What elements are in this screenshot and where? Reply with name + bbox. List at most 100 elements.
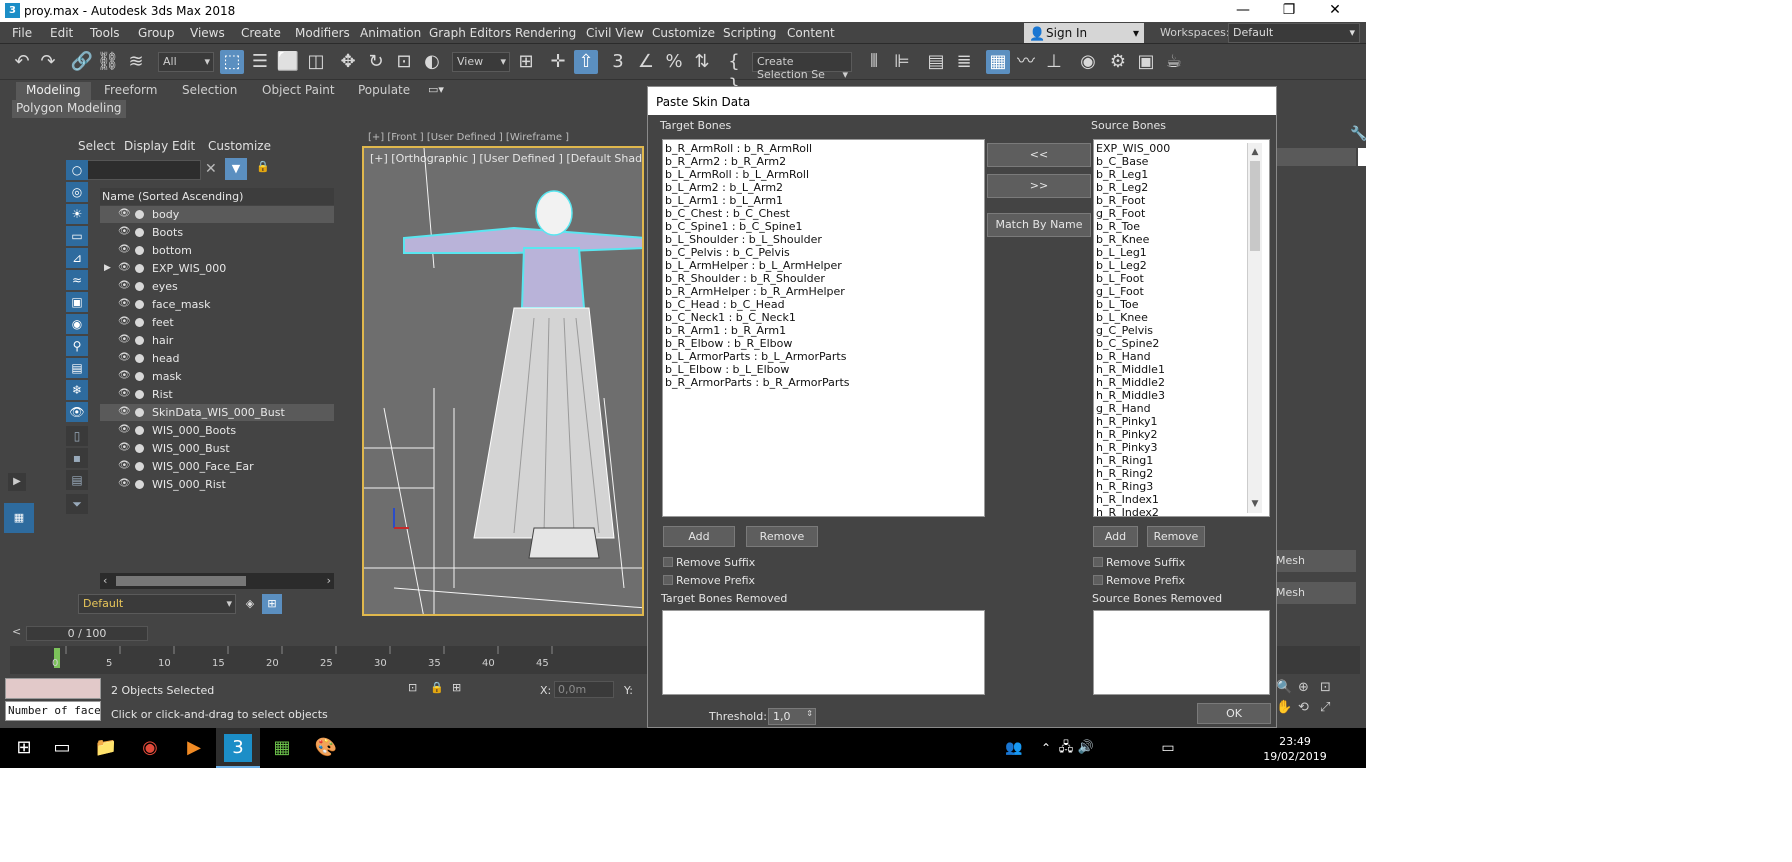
visibility-eye-icon[interactable]: 👁 [118,280,131,292]
paint-app-icon[interactable]: 🎨 [312,734,340,762]
maxscript-listener-input[interactable]: Number of faces [5,701,101,721]
scene-object-row[interactable]: 👁 WIS_000_Boots [100,422,334,439]
target-bone-item[interactable]: b_C_Pelvis : b_C_Pelvis [663,246,984,259]
scene-object-row[interactable]: 👁 WIS_000_Rist [100,476,334,493]
scene-object-row[interactable]: 👁 WIS_000_Bust [100,440,334,457]
media-player-icon[interactable]: ▶ [180,734,208,762]
source-bone-item[interactable]: b_R_Toe [1094,220,1269,233]
clear-search-icon[interactable]: ✕ [205,161,217,177]
selection-lock-icon[interactable]: 🔒 [430,681,444,694]
utilities-icon[interactable]: 🔧 [1350,126,1366,142]
source-bone-item[interactable]: h_R_Index2 [1094,506,1269,516]
threshold-spinner[interactable]: 1,0 ⇕ [768,708,816,725]
scene-explorer-column-header[interactable]: Name (Sorted Ascending) [100,188,334,205]
freeze-toggle-icon[interactable] [135,390,144,399]
3dsmax-taskbar-icon[interactable]: 3 [224,734,252,762]
menu-group[interactable]: Group [138,26,175,40]
frame-counter[interactable]: 0 / 100 [26,626,148,641]
target-add-button[interactable]: Add [663,526,735,547]
display-none-icon[interactable]: ○ [66,160,88,180]
scene-object-row[interactable]: 👁 Rist [100,386,334,403]
source-bones-list[interactable]: EXP_WIS_000 b_C_Base b_R_Leg1 b_R_Leg2 b_R_F… [1093,139,1270,517]
chrome-icon[interactable]: ◉ [136,734,164,762]
maximize-button[interactable]: ❐ [1266,0,1312,22]
source-bone-item[interactable]: b_R_Knee [1094,233,1269,246]
command-panel-button[interactable]: Mesh [1270,582,1356,604]
chevron-left-icon[interactable]: ‹ [103,574,107,587]
current-layer-select[interactable]: Default ▾ [78,594,236,614]
source-bone-item[interactable]: b_R_Hand [1094,350,1269,363]
display-frozen-icon[interactable]: ❄ [66,380,88,400]
zoom-icon[interactable]: 🔍 [1276,680,1292,695]
action-center-icon[interactable]: ▭ [1154,734,1182,762]
curve-editor-icon[interactable]: 〰 [1014,50,1038,74]
display-space-warps-icon[interactable]: ≈ [66,270,88,290]
source-bone-item[interactable]: h_R_Index1 [1094,493,1269,506]
align-icon[interactable]: ⊫ [890,50,914,74]
scene-explorer-horizontal-scrollbar[interactable]: ‹ › [100,573,334,589]
target-bone-item[interactable]: b_R_Shoulder : b_R_Shoulder [663,272,984,285]
source-bone-item[interactable]: b_L_Leg1 [1094,246,1269,259]
source-remove-button[interactable]: Remove [1147,526,1205,547]
source-add-button[interactable]: Add [1093,526,1138,547]
expand-panel-icon[interactable]: ▶ [8,473,26,491]
source-bone-item[interactable]: g_R_Foot [1094,207,1269,220]
source-bone-item[interactable]: h_R_Ring2 [1094,467,1269,480]
display-xrefs-icon[interactable]: ◉ [66,314,88,334]
sign-in-button[interactable]: 👤 Sign In ▾ [1024,23,1144,43]
windows-start-icon[interactable]: ⊞ [10,734,38,762]
freeze-toggle-icon[interactable] [135,210,144,219]
schematic-view-icon[interactable]: ⊥ [1042,50,1066,74]
scene-object-row[interactable]: ▶ 👁 EXP_WIS_000 [100,260,334,277]
scale-icon[interactable]: ⊡ [392,50,416,74]
orthographic-viewport[interactable]: [+] [Orthographic ] [User Defined ] [Def… [362,146,644,616]
freeze-toggle-icon[interactable] [135,336,144,345]
edit-named-selection-icon[interactable]: { } [722,50,746,96]
target-bone-item[interactable]: b_L_ArmHelper : b_L_ArmHelper [663,259,984,272]
scene-object-row[interactable]: 👁 Boots [100,224,334,241]
freeze-toggle-icon[interactable] [135,264,144,273]
dialog-title[interactable]: Paste Skin Data [648,87,1276,115]
source-bone-item[interactable]: h_R_Middle2 [1094,376,1269,389]
visibility-eye-icon[interactable]: 👁 [118,424,131,436]
menu-views[interactable]: Views [190,26,225,40]
display-bones-icon[interactable]: ⚲ [66,336,88,356]
scene-explorer-search-input[interactable] [77,160,201,180]
target-bone-item[interactable]: b_L_ArmRoll : b_L_ArmRoll [663,168,984,181]
layer-explorer-icon[interactable]: ◈ [240,594,260,614]
close-button[interactable]: ✕ [1312,0,1358,22]
chevron-left-icon[interactable]: < [12,625,21,638]
source-bone-item[interactable]: h_R_Pinky3 [1094,441,1269,454]
scene-object-row[interactable]: 👁 body [100,206,334,223]
freeze-toggle-icon[interactable] [135,408,144,417]
tab-object-paint[interactable]: Object Paint [252,82,345,100]
orbit-icon[interactable]: ⟲ [1298,700,1309,715]
scene-explorer-menu-display[interactable]: Display [124,139,168,153]
scene-object-row[interactable]: 👁 mask [100,368,334,385]
menu-create[interactable]: Create [241,26,281,40]
taskbar-clock[interactable]: 23:49 19/02/2019 [1260,734,1330,764]
front-viewport-label[interactable]: [+] [Front ] [User Defined ] [Wireframe … [368,132,569,143]
command-panel-button[interactable]: Mesh [1270,550,1356,572]
freeze-toggle-icon[interactable] [135,462,144,471]
menu-content[interactable]: Content [787,26,835,40]
window-crossing-icon[interactable]: ◫ [304,50,328,74]
source-remove-suffix-checkbox[interactable] [1093,557,1103,567]
maximize-viewport-icon[interactable]: ⤢ [1320,700,1330,715]
freeze-toggle-icon[interactable] [135,282,144,291]
menu-modifiers[interactable]: Modifiers [295,26,350,40]
scene-object-row[interactable]: 👁 head [100,350,334,367]
isolate-selection-icon[interactable]: ⊡ [408,681,417,694]
filter-funnel-icon[interactable]: ⏷ [66,494,88,514]
scene-explorer-sort-icon[interactable]: ⊞ [262,594,282,614]
source-bone-item[interactable]: h_R_Middle3 [1094,389,1269,402]
target-bone-item[interactable]: b_R_ArmorParts : b_R_ArmorParts [663,376,984,389]
filter-icon[interactable]: ▼ [225,158,247,180]
source-bone-item[interactable]: b_L_Toe [1094,298,1269,311]
link-icon[interactable]: 🔗 [70,50,94,74]
visibility-eye-icon[interactable]: 👁 [118,370,131,382]
object-color-swatch[interactable] [1358,148,1366,166]
display-cameras-icon[interactable]: ▭ [66,226,88,246]
workspaces-select[interactable]: Default ▾ [1228,23,1360,43]
keyboard-shortcut-override-icon[interactable]: ⇧ [574,50,598,74]
